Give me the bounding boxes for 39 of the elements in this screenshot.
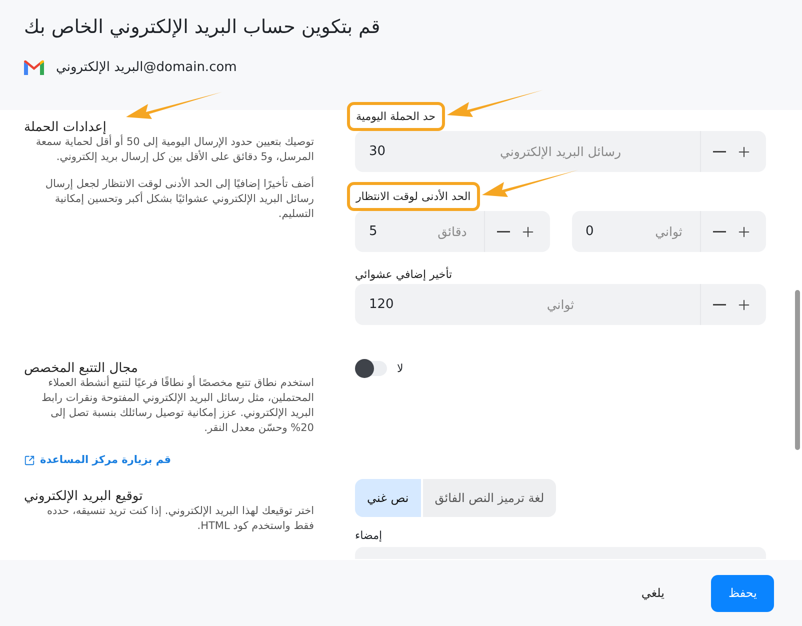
unit-label: ثواني bbox=[654, 224, 684, 239]
external-link-icon bbox=[24, 454, 35, 466]
section-description: توصيك بتعيين حدود الإرسال اليومية إلى 50 أو أقل لحماية سمعة المرسل، و5 دقائق على الأقل بين كل إرسال بريد إلكتروني. bbox=[34, 135, 314, 165]
format-tab[interactable]: لغة ترميز النص الفائق bbox=[422, 479, 556, 517]
section-heading: توقيع البريد الإلكتروني bbox=[24, 489, 143, 504]
stepper-value: 5 bbox=[369, 224, 378, 239]
stepper-value: 120 bbox=[369, 297, 395, 312]
unit-label: رسائل البريد الإلكتروني bbox=[498, 144, 622, 159]
minus-icon bbox=[496, 230, 510, 232]
format-tab[interactable]: نص غني bbox=[355, 479, 421, 517]
scrollbar-thumb[interactable] bbox=[795, 290, 800, 450]
section-heading: إعدادات الحملة bbox=[24, 120, 106, 135]
minus-icon bbox=[713, 230, 726, 232]
section-heading: مجال التتبع المخصص bbox=[24, 361, 138, 376]
minus-button[interactable] bbox=[713, 304, 726, 306]
account-email: البريد الإلكتروني@domain.com bbox=[56, 60, 237, 75]
minus-icon bbox=[713, 304, 726, 306]
unit-label: دقائق bbox=[436, 224, 468, 239]
field-label: إمضاء bbox=[355, 529, 382, 542]
section-description: أضف تأخيرًا إضافيًا إلى الحد الأدنى لوقت الانتظار لجعل إرسال رسائل البريد الإلكتروني عشوائيًا بشكل أكبر وتحسين إمكانية التسليم. bbox=[44, 177, 314, 222]
unit-label: ثواني bbox=[546, 297, 576, 312]
highlighted-field-label: حد الحملة اليومية bbox=[347, 102, 444, 131]
help-center-link[interactable]: قم بزيارة مركز المساعدة bbox=[24, 454, 171, 466]
field-label: تأخير إضافي عشوائي bbox=[355, 268, 452, 281]
toggle-switch[interactable] bbox=[355, 361, 387, 376]
section-description: اختر توقيعك لهذا البريد الإلكتروني. إذا كنت تريد تنسيقه، حدده فقط واستخدم كود HTML. bbox=[46, 504, 314, 534]
minus-button[interactable] bbox=[713, 230, 726, 232]
highlighted-field-label: الحد الأدنى لوقت الانتظار bbox=[347, 182, 480, 211]
stepper-value: 0 bbox=[586, 224, 595, 239]
minus-button[interactable] bbox=[496, 230, 510, 232]
section-description: استخدم نطاق تتبع مخصصًا أو نطاقًا فرعيًا لتتبع أنشطة العملاء المحتملين، مثل رسائل البريد الإلكتروني المفتوحة ونقرات رابط البريد الإلكتروني. عزز إمكانية توصيل رسائلك بنسبة تصل إلى 20% وحسّن معدل النقر. bbox=[40, 376, 314, 436]
cancel-button[interactable]: يلغي bbox=[624, 574, 682, 612]
minus-button[interactable] bbox=[713, 150, 726, 152]
stepper-value: 30 bbox=[369, 144, 387, 159]
toggle-label: لا bbox=[397, 362, 404, 375]
minus-icon bbox=[713, 150, 726, 152]
save-button[interactable]: يحفظ bbox=[711, 574, 774, 612]
window-title: قم بتكوين حساب البريد الإلكتروني الخاص بك bbox=[24, 16, 382, 38]
mail-logo-icon bbox=[24, 60, 44, 75]
